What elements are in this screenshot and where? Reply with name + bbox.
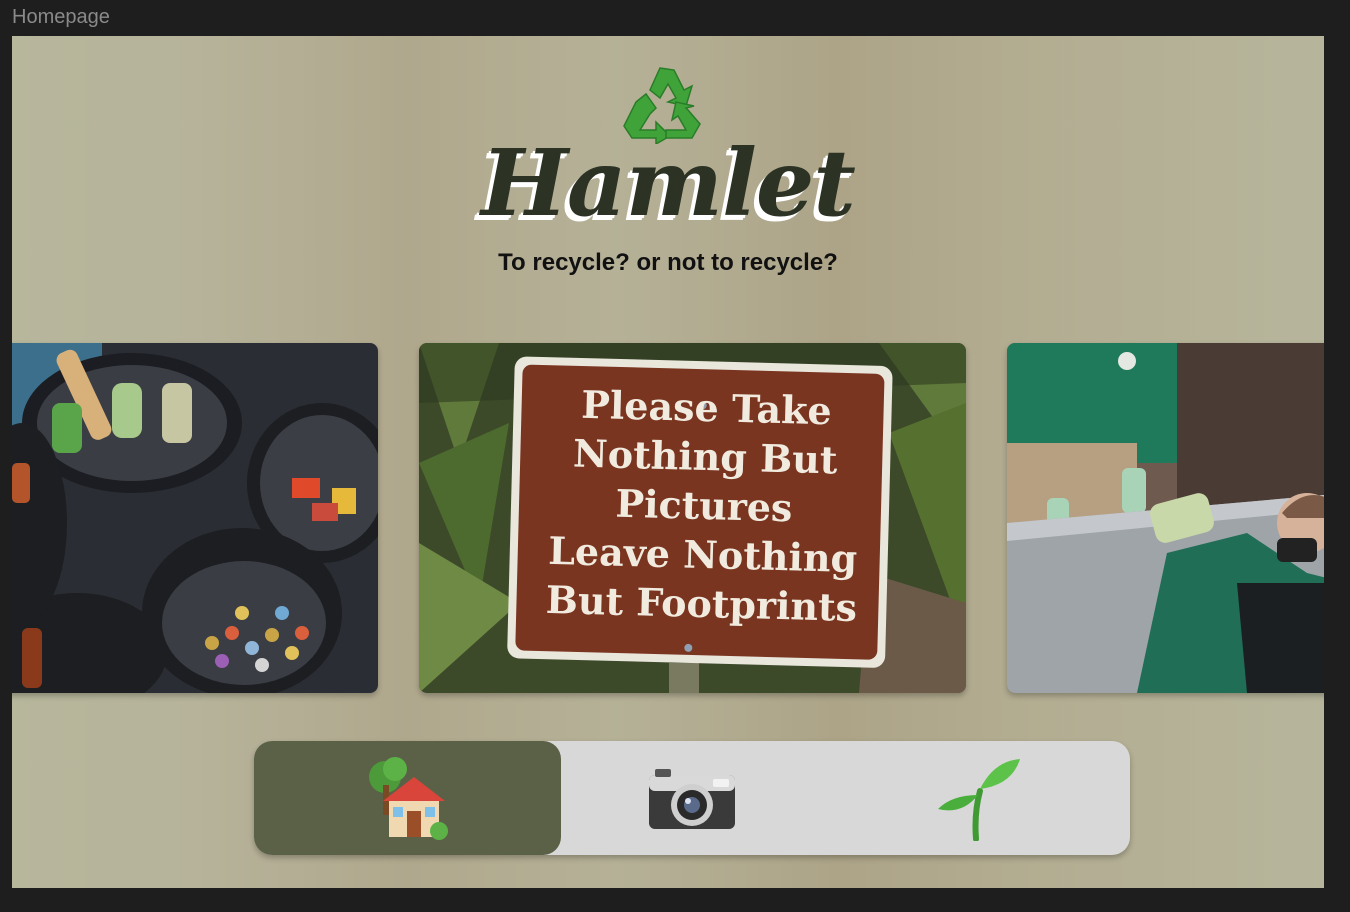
carousel-card-recycling-bins[interactable]	[12, 343, 378, 693]
homepage-frame: Hamlet To recycle? or not to recycle? Pl…	[12, 36, 1324, 888]
sign-line: But Footprints	[545, 576, 858, 631]
sign-line: Nothing But	[572, 430, 839, 483]
carousel-card-park-sign[interactable]: Please Take Nothing But Pictures Leave N…	[419, 343, 966, 693]
nav-seedling-button[interactable]	[823, 741, 1130, 855]
bottom-nav	[254, 741, 1130, 855]
nav-home-button[interactable]	[254, 741, 561, 855]
camera-icon	[648, 769, 735, 829]
seedling-icon	[937, 759, 1020, 841]
app-title: Hamlet	[481, 129, 856, 237]
frame-label: Homepage	[12, 6, 110, 28]
sign-text: Please Take Nothing But Pictures Leave N…	[516, 378, 892, 633]
house-with-tree-icon	[368, 757, 448, 840]
recycling-bins-photo	[12, 343, 378, 693]
tagline: To recycle? or not to recycle?	[498, 249, 838, 276]
nav-camera-button[interactable]	[538, 741, 845, 855]
volunteers-photo	[1007, 343, 1324, 693]
carousel-card-volunteers[interactable]	[1007, 343, 1324, 693]
